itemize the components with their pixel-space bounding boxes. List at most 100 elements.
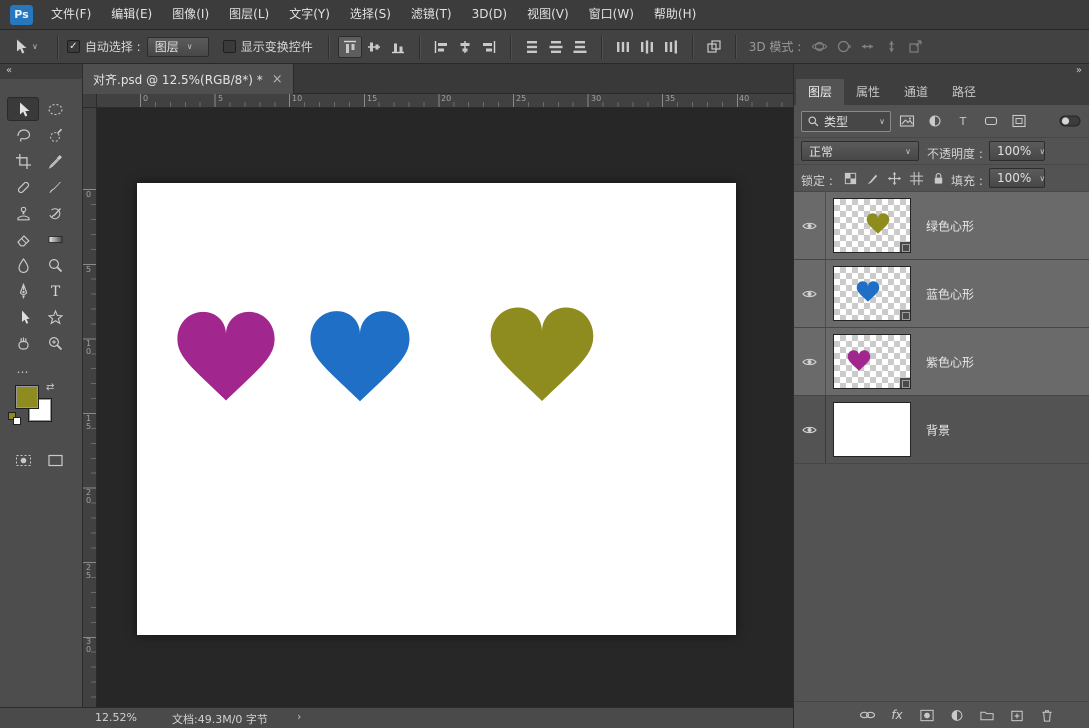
- tab-channels[interactable]: 通道: [892, 79, 940, 105]
- menu-edit[interactable]: 编辑(E): [101, 0, 162, 29]
- 3d-scale-button[interactable]: [903, 36, 927, 58]
- path-selection-tool[interactable]: [7, 305, 39, 329]
- crop-tool[interactable]: [7, 149, 39, 173]
- blend-mode-dropdown[interactable]: 正常 ∨: [801, 141, 919, 161]
- default-colors-icon[interactable]: [8, 412, 22, 426]
- hand-tool[interactable]: [7, 331, 39, 355]
- swap-colors-icon[interactable]: ⇄: [46, 382, 54, 393]
- custom-shape-tool[interactable]: [39, 305, 71, 329]
- purple-heart-shape[interactable]: [172, 301, 280, 407]
- layer-name[interactable]: 紫色心形: [926, 353, 974, 370]
- brush-tool[interactable]: [39, 175, 71, 199]
- history-brush-tool[interactable]: [39, 201, 71, 225]
- layer-thumbnail[interactable]: [833, 266, 911, 321]
- filter-type-dropdown[interactable]: 类型 ∨: [801, 111, 891, 132]
- collapse-panel-icon[interactable]: »: [1076, 65, 1082, 76]
- lock-position-button[interactable]: [884, 169, 904, 188]
- link-layers-button[interactable]: [857, 705, 877, 725]
- tab-properties[interactable]: 属性: [844, 79, 892, 105]
- dodge-tool[interactable]: [39, 253, 71, 277]
- align-vertical-centers-button[interactable]: [362, 36, 386, 58]
- visibility-toggle[interactable]: [794, 396, 826, 463]
- tab-layers[interactable]: 图层: [796, 79, 844, 105]
- zoom-tool[interactable]: [39, 331, 71, 355]
- foreground-color-swatch[interactable]: [16, 386, 38, 408]
- add-layer-mask-button[interactable]: [917, 705, 937, 725]
- new-adjustment-layer-button[interactable]: [947, 705, 967, 725]
- menu-3d[interactable]: 3D(D): [462, 0, 517, 29]
- lock-all-button[interactable]: [928, 169, 948, 188]
- menu-help[interactable]: 帮助(H): [644, 0, 706, 29]
- distribute-vertical-centers-button[interactable]: [544, 36, 568, 58]
- visibility-toggle[interactable]: [794, 192, 826, 259]
- lasso-tool[interactable]: [7, 123, 39, 147]
- close-tab-icon[interactable]: ×: [272, 73, 283, 86]
- layer-row-green-heart[interactable]: 绿色心形: [794, 192, 1089, 260]
- layer-effects-button[interactable]: fx: [887, 705, 907, 725]
- distribute-right-edges-button[interactable]: [659, 36, 683, 58]
- distribute-bottom-edges-button[interactable]: [568, 36, 592, 58]
- 3d-slide-button[interactable]: [879, 36, 903, 58]
- filter-on-off-toggle[interactable]: [1058, 110, 1082, 132]
- gradient-tool[interactable]: [39, 227, 71, 251]
- collapse-panel-icon[interactable]: «: [6, 65, 12, 76]
- align-top-edges-button[interactable]: [338, 36, 362, 58]
- layer-row-purple-heart[interactable]: 紫色心形: [794, 328, 1089, 396]
- opacity-dropdown[interactable]: 100% ∨: [989, 141, 1045, 161]
- quick-mask-button[interactable]: [7, 448, 39, 472]
- filter-shape-layers-button[interactable]: [979, 110, 1003, 132]
- green-heart-shape[interactable]: [485, 297, 599, 407]
- quick-selection-tool[interactable]: [39, 123, 71, 147]
- tool-preset-picker[interactable]: ∨: [12, 38, 38, 55]
- menu-window[interactable]: 窗口(W): [579, 0, 644, 29]
- show-transform-checkbox[interactable]: [223, 40, 236, 53]
- pen-tool[interactable]: [7, 279, 39, 303]
- blur-tool[interactable]: [7, 253, 39, 277]
- layer-thumbnail[interactable]: [833, 334, 911, 389]
- menu-image[interactable]: 图像(I): [162, 0, 219, 29]
- menu-layer[interactable]: 图层(L): [219, 0, 279, 29]
- filter-type-layers-button[interactable]: T: [951, 110, 975, 132]
- layer-thumbnail[interactable]: [833, 198, 911, 253]
- align-bottom-edges-button[interactable]: [386, 36, 410, 58]
- menu-view[interactable]: 视图(V): [517, 0, 579, 29]
- visibility-toggle[interactable]: [794, 328, 826, 395]
- visibility-toggle[interactable]: [794, 260, 826, 327]
- auto-select-target-dropdown[interactable]: 图层 ∨: [147, 37, 209, 57]
- layer-row-blue-heart[interactable]: 蓝色心形: [794, 260, 1089, 328]
- lock-transparency-button[interactable]: [840, 169, 860, 188]
- menu-filter[interactable]: 滤镜(T): [401, 0, 462, 29]
- layer-row-background[interactable]: 背景: [794, 396, 1089, 464]
- edit-toolbar-ellipsis[interactable]: …: [7, 357, 39, 381]
- zoom-level-field[interactable]: 12.52%: [95, 711, 137, 724]
- filter-adjustment-layers-button[interactable]: [923, 110, 947, 132]
- fill-dropdown[interactable]: 100% ∨: [989, 168, 1045, 188]
- elliptical-marquee-tool[interactable]: [39, 97, 71, 121]
- screen-mode-button[interactable]: [39, 448, 71, 472]
- layer-name[interactable]: 背景: [926, 421, 950, 438]
- menu-type[interactable]: 文字(Y): [279, 0, 340, 29]
- menu-file[interactable]: 文件(F): [41, 0, 101, 29]
- filter-pixel-layers-button[interactable]: [895, 110, 919, 132]
- blue-heart-shape[interactable]: [305, 301, 415, 407]
- align-horizontal-centers-button[interactable]: [453, 36, 477, 58]
- auto-select-checkbox[interactable]: ✓: [67, 40, 80, 53]
- auto-align-layers-button[interactable]: [702, 36, 726, 58]
- layer-name[interactable]: 蓝色心形: [926, 285, 974, 302]
- layer-name[interactable]: 绿色心形: [926, 217, 974, 234]
- document-canvas[interactable]: [137, 183, 736, 635]
- lock-artboard-button[interactable]: [906, 169, 926, 188]
- eraser-tool[interactable]: [7, 227, 39, 251]
- new-group-button[interactable]: [977, 705, 997, 725]
- menu-select[interactable]: 选择(S): [340, 0, 401, 29]
- tab-paths[interactable]: 路径: [940, 79, 988, 105]
- move-tool[interactable]: [7, 97, 39, 121]
- new-layer-button[interactable]: [1007, 705, 1027, 725]
- type-tool[interactable]: T: [39, 279, 71, 303]
- layer-thumbnail[interactable]: [833, 402, 911, 457]
- filter-smart-objects-button[interactable]: [1007, 110, 1031, 132]
- align-left-edges-button[interactable]: [429, 36, 453, 58]
- healing-brush-tool[interactable]: [7, 175, 39, 199]
- status-menu-chevron-icon[interactable]: ›: [297, 710, 301, 723]
- lock-image-button[interactable]: [862, 169, 882, 188]
